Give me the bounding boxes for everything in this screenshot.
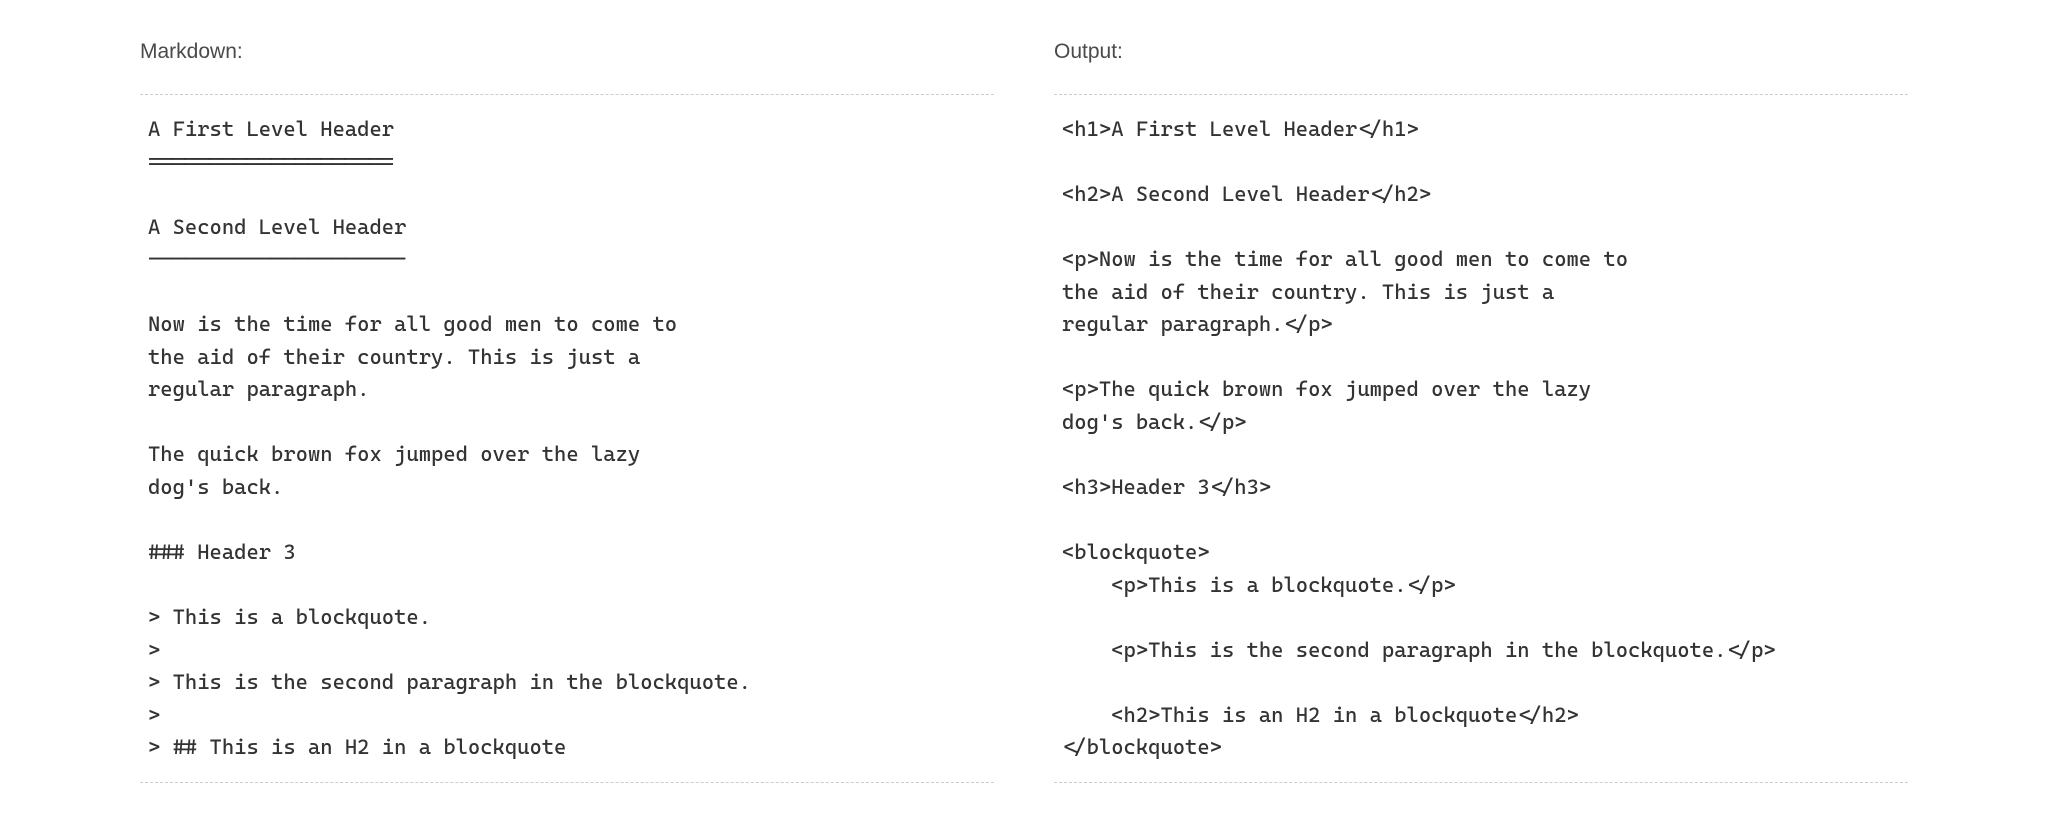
markdown-code-block: A First Level Header ===================… bbox=[140, 94, 994, 783]
markdown-column: Markdown: A First Level Header =========… bbox=[140, 40, 994, 791]
markdown-label: Markdown: bbox=[140, 40, 994, 64]
output-label: Output: bbox=[1054, 40, 1908, 64]
output-code-block: <h1>A First Level Header</h1> <h2>A Seco… bbox=[1054, 94, 1908, 783]
output-column: Output: <h1>A First Level Header</h1> <h… bbox=[1054, 40, 1908, 791]
